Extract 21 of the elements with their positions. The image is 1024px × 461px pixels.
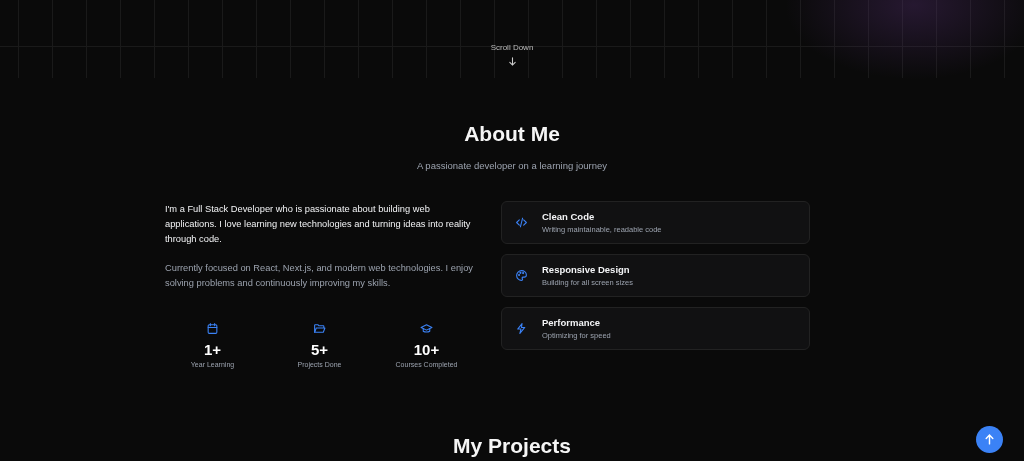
intro-paragraph: I'm a Full Stack Developer who is passionate about building web applications. I love learning new technologies and turning ideas into reality through code.	[165, 203, 472, 246]
stat-value: 10+	[413, 341, 440, 358]
section-title: My Projects	[453, 434, 571, 458]
section-title: About Me	[464, 122, 560, 146]
focus-paragraph: Currently focused on React, Next.js, and modern web technologies. I enjoy solving problems and continuously improving my skills.	[165, 262, 474, 290]
down-arrow-icon	[507, 57, 517, 66]
feature-title: Responsive Design	[542, 264, 631, 275]
code-icon	[515, 216, 528, 229]
palette-icon	[515, 269, 528, 282]
stat-value: 5+	[310, 341, 329, 358]
up-arrow-icon	[984, 434, 995, 445]
feature-title: Clean Code	[542, 211, 596, 222]
graduation-cap-icon	[420, 322, 433, 335]
scroll-hint: Scroll Down	[490, 43, 534, 52]
feature-title: Performance	[542, 317, 602, 328]
calendar-icon	[206, 322, 219, 335]
lightning-bolt-icon	[515, 322, 528, 335]
section-subtitle: A passionate developer on a learning journey	[415, 160, 609, 171]
folder-icon	[313, 322, 326, 335]
stat-value: 1+	[203, 341, 222, 358]
scroll-to-top-button[interactable]	[976, 426, 1003, 453]
